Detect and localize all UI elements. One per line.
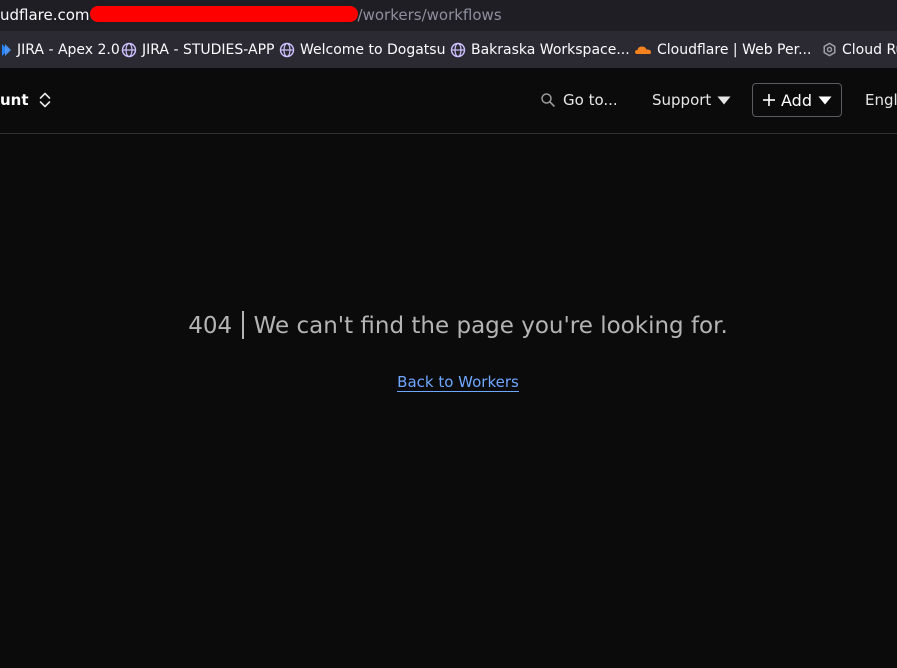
address-bar[interactable]: udflare.com/workers/workflows — [0, 0, 897, 31]
bookmark-label: Cloudflare | Web Per... — [657, 41, 812, 58]
bookmark-dogatsu[interactable]: Welcome to Dogatsu — [279, 31, 445, 68]
error-separator — [242, 311, 244, 339]
bookmark-label: JIRA - Apex 2.0 — [17, 41, 120, 58]
chevron-up-down-icon[interactable] — [38, 91, 52, 109]
search-icon — [541, 93, 555, 107]
globe-icon — [121, 42, 137, 57]
url-path: /workers/workflows — [357, 6, 502, 24]
bookmark-label: JIRA - STUDIES-APP — [142, 41, 275, 58]
globe-icon — [279, 42, 295, 57]
add-label: Add — [781, 90, 812, 110]
back-link-container: Back to Workers — [0, 372, 897, 392]
plus-icon — [763, 94, 775, 106]
add-button[interactable]: Add — [752, 83, 842, 117]
browser-window: udflare.com/workers/workflows JIRA - Ape… — [0, 0, 897, 668]
bookmarks-bar: JIRA - Apex 2.0 JIRA - STUDIES-APP Welco… — [0, 31, 897, 68]
bookmark-label: Welcome to Dogatsu — [300, 41, 446, 58]
main-content: 404 We can't find the page you're looking… — [0, 134, 897, 668]
support-dropdown[interactable]: Support — [652, 90, 731, 110]
account-switcher[interactable]: unt — [0, 90, 29, 110]
url-text[interactable]: udflare.com/workers/workflows — [0, 6, 502, 24]
bookmark-jira-studies[interactable]: JIRA - STUDIES-APP — [121, 31, 274, 68]
goto-label: Go to... — [563, 91, 618, 109]
jira-icon — [2, 43, 11, 56]
url-domain: udflare.com — [0, 6, 90, 24]
gear-icon — [823, 42, 836, 57]
support-label: Support — [652, 91, 712, 109]
back-to-workers-link[interactable]: Back to Workers — [397, 373, 519, 392]
url-redaction — [89, 6, 358, 22]
cloudflare-icon — [635, 46, 651, 54]
error-text: We can't find the page you're looking fo… — [253, 313, 728, 339]
error-code: 404 — [188, 313, 233, 339]
bookmark-jira-apex[interactable]: JIRA - Apex 2.0 — [0, 31, 120, 68]
bookmark-bakraska[interactable]: Bakraska Workspace... — [450, 31, 630, 68]
caret-down-icon — [818, 96, 832, 104]
bookmark-cloudflare[interactable]: Cloudflare | Web Per... — [634, 31, 811, 68]
app-header: unt Go to... Support Add Engl — [0, 68, 897, 134]
language-selector[interactable]: Engl — [865, 90, 897, 110]
globe-icon — [450, 42, 466, 57]
bookmark-cloud-ru[interactable]: Cloud Ru — [822, 31, 897, 68]
bookmark-label: Cloud Ru — [842, 41, 897, 58]
goto-search-button[interactable]: Go to... — [540, 90, 618, 110]
bookmark-label: Bakraska Workspace... — [471, 41, 630, 58]
error-message: 404 We can't find the page you're looking… — [0, 310, 897, 342]
caret-down-icon — [717, 96, 731, 104]
